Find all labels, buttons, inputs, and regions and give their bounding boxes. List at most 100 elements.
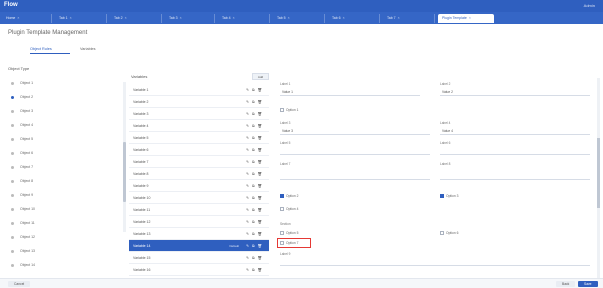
object-item[interactable]: Object 10 — [8, 204, 118, 214]
text-field[interactable]: Value 4 — [440, 127, 590, 135]
object-item[interactable]: Object 13 — [8, 246, 118, 256]
radio-icon — [11, 235, 14, 239]
close-icon[interactable]: × — [398, 16, 400, 20]
field-label: Label 5 — [280, 141, 291, 145]
close-icon[interactable]: × — [288, 16, 290, 20]
checkbox[interactable]: Option 5 — [280, 230, 298, 236]
object-item[interactable]: Object 9 — [8, 190, 118, 200]
object-item[interactable]: Object 3 — [8, 106, 118, 116]
text-field[interactable] — [440, 147, 590, 155]
variable-row[interactable]: Variable 12 ✎ ⧉ 🗑 — [129, 216, 269, 228]
cancel-button[interactable]: Cancel — [8, 281, 31, 287]
row-actions[interactable]: ✎ ⧉ 🗑 — [246, 180, 263, 192]
close-icon[interactable]: × — [125, 16, 127, 20]
tab-4[interactable]: Tab 4 × — [218, 14, 270, 23]
text-field[interactable] — [440, 172, 590, 180]
close-icon[interactable]: × — [17, 16, 19, 20]
text-field[interactable] — [280, 258, 590, 266]
checkbox-checked[interactable]: Option 3 — [440, 193, 458, 199]
variable-row[interactable]: Variable 3 ✎ ⧉ 🗑 — [129, 108, 269, 120]
object-item[interactable]: Object 7 — [8, 162, 118, 172]
variable-row[interactable]: Variable 15 ✎ ⧉ 🗑 — [129, 252, 269, 264]
tab-6[interactable]: Tab 6 × — [328, 14, 380, 23]
object-item[interactable]: Object 11 — [8, 218, 118, 228]
tab-home[interactable]: Home × — [2, 14, 52, 23]
subtab-variables[interactable]: Variables — [80, 44, 120, 54]
tab-2[interactable]: Tab 2 × — [110, 14, 162, 23]
variable-row[interactable]: Variable 13 ✎ ⧉ 🗑 — [129, 228, 269, 240]
row-actions[interactable]: ✎ ⧉ 🗑 — [246, 240, 263, 252]
field-label: Label 9 — [280, 252, 291, 256]
variable-row[interactable]: Variable 16 ✎ ⧉ 🗑 — [129, 264, 269, 276]
select-field[interactable]: Value 2 — [440, 88, 590, 96]
tab-5[interactable]: Tab 5 × — [273, 14, 325, 23]
tab-7[interactable]: Tab 7 × — [383, 14, 435, 23]
variable-row[interactable]: Variable 2 ✎ ⧉ 🗑 — [129, 96, 269, 108]
row-actions[interactable]: ✎ ⧉ 🗑 — [246, 192, 263, 204]
radio-icon — [11, 81, 14, 85]
scrollbar-thumb[interactable] — [123, 142, 126, 202]
variable-row[interactable]: Variable 7 ✎ ⧉ 🗑 — [129, 156, 269, 168]
variable-row[interactable]: Variable 8 ✎ ⧉ 🗑 — [129, 168, 269, 180]
row-actions[interactable]: ✎ ⧉ 🗑 — [246, 120, 263, 132]
variable-row[interactable]: Variable 5 ✎ ⧉ 🗑 — [129, 132, 269, 144]
text-field[interactable] — [280, 147, 430, 155]
row-actions[interactable]: ✎ ⧉ 🗑 — [246, 132, 263, 144]
text-field[interactable]: Value 1 — [280, 88, 420, 96]
object-item[interactable]: Object 2 — [8, 92, 118, 102]
close-icon[interactable]: × — [180, 16, 182, 20]
field-label: Label 7 — [280, 162, 291, 166]
tab-1[interactable]: Tab 1 × — [55, 14, 107, 23]
row-actions[interactable]: ✎ ⧉ 🗑 — [246, 84, 263, 96]
checkbox[interactable]: Option 4 — [280, 206, 298, 212]
row-actions[interactable]: ✎ ⧉ 🗑 — [246, 96, 263, 108]
tab-plugin-template[interactable]: Plugin Template × — [438, 14, 494, 23]
text-field[interactable] — [280, 172, 430, 180]
checkbox-checked[interactable]: Option 2 — [280, 193, 298, 199]
scrollbar[interactable] — [597, 78, 600, 278]
variable-row-selected[interactable]: Variable 14 Default ✎ ⧉ 🗑 — [129, 240, 269, 252]
app-header: Flow Admin — [0, 0, 603, 12]
row-actions[interactable]: ✎ ⧉ 🗑 — [246, 204, 263, 216]
object-item[interactable]: Object 6 — [8, 148, 118, 158]
radio-icon — [11, 165, 14, 169]
row-actions[interactable]: ✎ ⧉ 🗑 — [246, 216, 263, 228]
object-item[interactable]: Object 8 — [8, 176, 118, 186]
object-type-panel: Object Type Object 1 Object 2 Object 3 O… — [8, 66, 128, 286]
checkbox[interactable]: Option 6 — [440, 230, 458, 236]
close-icon[interactable]: × — [233, 16, 235, 20]
object-item[interactable]: Object 1 — [8, 78, 118, 88]
user-menu[interactable]: Admin — [584, 3, 595, 8]
close-icon[interactable]: × — [469, 16, 471, 20]
save-button[interactable]: Save — [578, 281, 598, 287]
back-button[interactable]: Back — [556, 281, 576, 287]
scrollbar-thumb[interactable] — [597, 138, 600, 208]
variable-row[interactable]: Variable 6 ✎ ⧉ 🗑 — [129, 144, 269, 156]
close-icon[interactable]: × — [70, 16, 72, 20]
row-actions[interactable]: ✎ ⧉ 🗑 — [246, 168, 263, 180]
row-actions[interactable]: ✎ ⧉ 🗑 — [246, 252, 263, 264]
variable-row[interactable]: Variable 1 ✎ ⧉ 🗑 — [129, 84, 269, 96]
object-item[interactable]: Object 12 — [8, 232, 118, 242]
close-icon[interactable]: × — [343, 16, 345, 20]
row-actions[interactable]: ✎ ⧉ 🗑 — [246, 228, 263, 240]
variable-row[interactable]: Variable 10 ✎ ⧉ 🗑 — [129, 192, 269, 204]
row-actions[interactable]: ✎ ⧉ 🗑 — [246, 264, 263, 276]
radio-icon — [11, 151, 14, 155]
app-logo[interactable]: Flow — [4, 2, 18, 8]
row-actions[interactable]: ✎ ⧉ 🗑 — [246, 144, 263, 156]
variable-row[interactable]: Variable 9 ✎ ⧉ 🗑 — [129, 180, 269, 192]
object-item[interactable]: Object 14 — [8, 260, 118, 270]
add-variable-button[interactable]: Add — [252, 73, 269, 80]
tab-3[interactable]: Tab 3 × — [165, 14, 215, 23]
object-item[interactable]: Object 4 — [8, 120, 118, 130]
variable-row[interactable]: Variable 4 ✎ ⧉ 🗑 — [129, 120, 269, 132]
row-actions[interactable]: ✎ ⧉ 🗑 — [246, 156, 263, 168]
subtab-object-rules[interactable]: Object Rules — [30, 44, 70, 54]
checkbox[interactable]: Option 1 — [280, 107, 298, 113]
scrollbar[interactable] — [123, 82, 126, 232]
row-actions[interactable]: ✎ ⧉ 🗑 — [246, 108, 263, 120]
object-item[interactable]: Object 5 — [8, 134, 118, 144]
variable-row[interactable]: Variable 11 ✎ ⧉ 🗑 — [129, 204, 269, 216]
select-field[interactable]: Value 3 — [280, 127, 430, 135]
